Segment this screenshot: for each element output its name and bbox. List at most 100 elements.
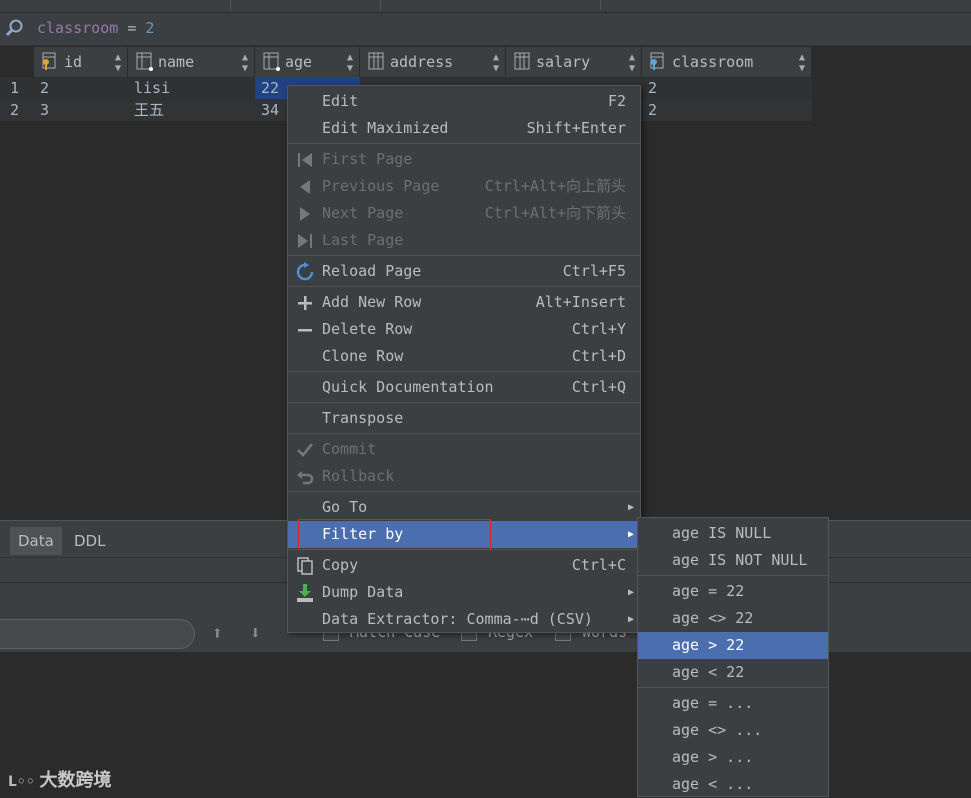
menu-item-shortcut: Ctrl+Alt+向上箭头 bbox=[484, 177, 626, 195]
column-header-salary[interactable]: salary ▲ ▼ bbox=[506, 47, 642, 77]
submenu-item-greater-than-custom[interactable]: age > ... bbox=[638, 744, 828, 771]
submenu-item-label: age = 22 bbox=[672, 582, 745, 600]
menu-separator bbox=[288, 371, 640, 372]
submenu-arrow-icon: ▶ bbox=[627, 587, 634, 598]
submenu-item-less-than-custom[interactable]: age < ... bbox=[638, 771, 828, 798]
menu-item-go-to[interactable]: Go To ▶ bbox=[288, 494, 640, 521]
reload-icon bbox=[296, 262, 314, 281]
menu-item-shortcut: Ctrl+Y bbox=[571, 320, 626, 338]
cell-classroom[interactable]: 2 bbox=[642, 77, 812, 99]
menu-item-label: First Page bbox=[322, 150, 413, 168]
column-header-label: classroom bbox=[672, 53, 754, 71]
cell-classroom[interactable]: 2 bbox=[642, 99, 812, 121]
watermark-logo: ᒪ◦◦ 大数跨境 bbox=[8, 766, 112, 792]
menu-item-label: Rollback bbox=[322, 467, 395, 485]
column-header-classroom[interactable]: classroom ▲ ▼ bbox=[642, 47, 812, 77]
sort-toggle-icon[interactable]: ▲ ▼ bbox=[629, 52, 635, 74]
submenu-item-not-equals-value[interactable]: age <> 22 bbox=[638, 605, 828, 632]
menu-item-transpose[interactable]: Transpose bbox=[288, 405, 640, 432]
menu-item-copy[interactable]: Copy Ctrl+C bbox=[288, 552, 640, 579]
menu-item-label: Copy bbox=[322, 556, 359, 574]
menu-item-shortcut: Ctrl+Q bbox=[571, 378, 626, 396]
previous-occurrence-icon[interactable]: ⬆ bbox=[212, 623, 223, 644]
column-icon bbox=[368, 52, 384, 70]
submenu-item-less-than-value[interactable]: age < 22 bbox=[638, 659, 828, 686]
menu-item-quick-documentation[interactable]: Quick Documentation Ctrl+Q bbox=[288, 374, 640, 401]
context-menu: Edit F2 Edit Maximized Shift+Enter First… bbox=[287, 85, 641, 633]
foreign-key-column-icon bbox=[650, 52, 664, 70]
column-header-address[interactable]: address ▲ ▼ bbox=[360, 47, 506, 77]
menu-separator bbox=[288, 433, 640, 434]
cell-name[interactable]: 王五 bbox=[128, 99, 255, 121]
submenu-item-equals-value[interactable]: age = 22 bbox=[638, 578, 828, 605]
plus-icon bbox=[298, 296, 312, 310]
menu-item-first-page[interactable]: First Page bbox=[288, 146, 640, 173]
menu-item-add-new-row[interactable]: Add New Row Alt+Insert bbox=[288, 289, 640, 316]
previous-page-icon bbox=[300, 180, 310, 194]
submenu-arrow-icon: ▶ bbox=[627, 614, 634, 625]
row-number[interactable]: 2 bbox=[0, 99, 34, 121]
sort-toggle-icon[interactable]: ▲ ▼ bbox=[115, 52, 121, 74]
cell-id[interactable]: 3 bbox=[34, 99, 128, 121]
filter-operator: = bbox=[127, 19, 137, 37]
menu-item-clone-row[interactable]: Clone Row Ctrl+D bbox=[288, 343, 640, 370]
tab-data[interactable]: Data bbox=[10, 527, 62, 555]
minus-icon bbox=[298, 329, 312, 332]
filter-by-submenu: age IS NULL age IS NOT NULL age = 22 age… bbox=[637, 517, 829, 797]
menu-separator bbox=[638, 575, 828, 576]
menu-item-label: Previous Page bbox=[322, 177, 440, 195]
filter-expression[interactable]: classroom = 2 bbox=[37, 19, 154, 37]
search-input[interactable] bbox=[0, 619, 195, 649]
menu-item-label: Edit Maximized bbox=[322, 119, 449, 137]
menu-item-label: Last Page bbox=[322, 231, 404, 249]
menu-item-shortcut: Shift+Enter bbox=[526, 119, 626, 137]
submenu-item-is-null[interactable]: age IS NULL bbox=[638, 520, 828, 547]
submenu-item-not-equals-custom[interactable]: age <> ... bbox=[638, 717, 828, 744]
submenu-item-greater-than-value[interactable]: age > 22 bbox=[638, 632, 828, 659]
column-index-icon bbox=[136, 52, 153, 71]
checkmark-icon bbox=[297, 443, 313, 457]
menu-item-shortcut: Ctrl+Alt+向下箭头 bbox=[484, 204, 626, 222]
submenu-item-label: age < ... bbox=[672, 775, 754, 793]
menu-item-commit[interactable]: Commit bbox=[288, 436, 640, 463]
menu-item-dump-data[interactable]: Dump Data ▶ bbox=[288, 579, 640, 606]
top-toolbar-strip bbox=[0, 0, 971, 13]
submenu-arrow-icon: ▶ bbox=[627, 502, 634, 513]
sort-toggle-icon[interactable]: ▲ ▼ bbox=[799, 52, 805, 74]
tab-ddl[interactable]: DDL bbox=[66, 527, 113, 555]
column-header-label: name bbox=[158, 53, 195, 71]
filter-value: 2 bbox=[145, 19, 155, 37]
cell-name[interactable]: lisi bbox=[128, 77, 255, 99]
sort-toggle-icon[interactable]: ▲ ▼ bbox=[347, 52, 353, 74]
filter-search-icon[interactable] bbox=[5, 18, 25, 38]
cell-id[interactable]: 2 bbox=[34, 77, 128, 99]
submenu-item-label: age < 22 bbox=[672, 663, 745, 681]
column-header-label: id bbox=[64, 53, 83, 71]
menu-item-next-page[interactable]: Next Page Ctrl+Alt+向下箭头 bbox=[288, 200, 640, 227]
row-number[interactable]: 1 bbox=[0, 77, 34, 99]
column-header-age[interactable]: age ▲ ▼ bbox=[255, 47, 360, 77]
menu-item-data-extractor[interactable]: Data Extractor: Comma-⋯d (CSV) ▶ bbox=[288, 606, 640, 633]
column-header-label: salary bbox=[536, 53, 591, 71]
submenu-item-equals-custom[interactable]: age = ... bbox=[638, 690, 828, 717]
submenu-item-is-not-null[interactable]: age IS NOT NULL bbox=[638, 547, 828, 574]
submenu-item-label: age <> 22 bbox=[672, 609, 754, 627]
menu-item-label: Data Extractor: Comma-⋯d (CSV) bbox=[322, 610, 593, 628]
menu-item-delete-row[interactable]: Delete Row Ctrl+Y bbox=[288, 316, 640, 343]
watermark-icon: ᒪ◦◦ bbox=[8, 774, 40, 790]
sort-toggle-icon[interactable]: ▲ ▼ bbox=[242, 52, 248, 74]
menu-item-reload-page[interactable]: Reload Page Ctrl+F5 bbox=[288, 258, 640, 285]
undo-icon bbox=[297, 471, 314, 485]
menu-item-previous-page[interactable]: Previous Page Ctrl+Alt+向上箭头 bbox=[288, 173, 640, 200]
menu-item-last-page[interactable]: Last Page bbox=[288, 227, 640, 254]
menu-separator bbox=[288, 286, 640, 287]
next-occurrence-icon[interactable]: ⬇ bbox=[250, 623, 261, 644]
menu-item-rollback[interactable]: Rollback bbox=[288, 463, 640, 490]
sort-toggle-icon[interactable]: ▲ ▼ bbox=[493, 52, 499, 74]
menu-item-edit[interactable]: Edit F2 bbox=[288, 88, 640, 115]
menu-item-shortcut: Alt+Insert bbox=[535, 293, 626, 311]
column-header-name[interactable]: name ▲ ▼ bbox=[128, 47, 255, 77]
menu-item-edit-maximized[interactable]: Edit Maximized Shift+Enter bbox=[288, 115, 640, 142]
filter-bar[interactable]: classroom = 2 bbox=[0, 13, 971, 46]
column-header-id[interactable]: id ▲ ▼ bbox=[34, 47, 128, 77]
